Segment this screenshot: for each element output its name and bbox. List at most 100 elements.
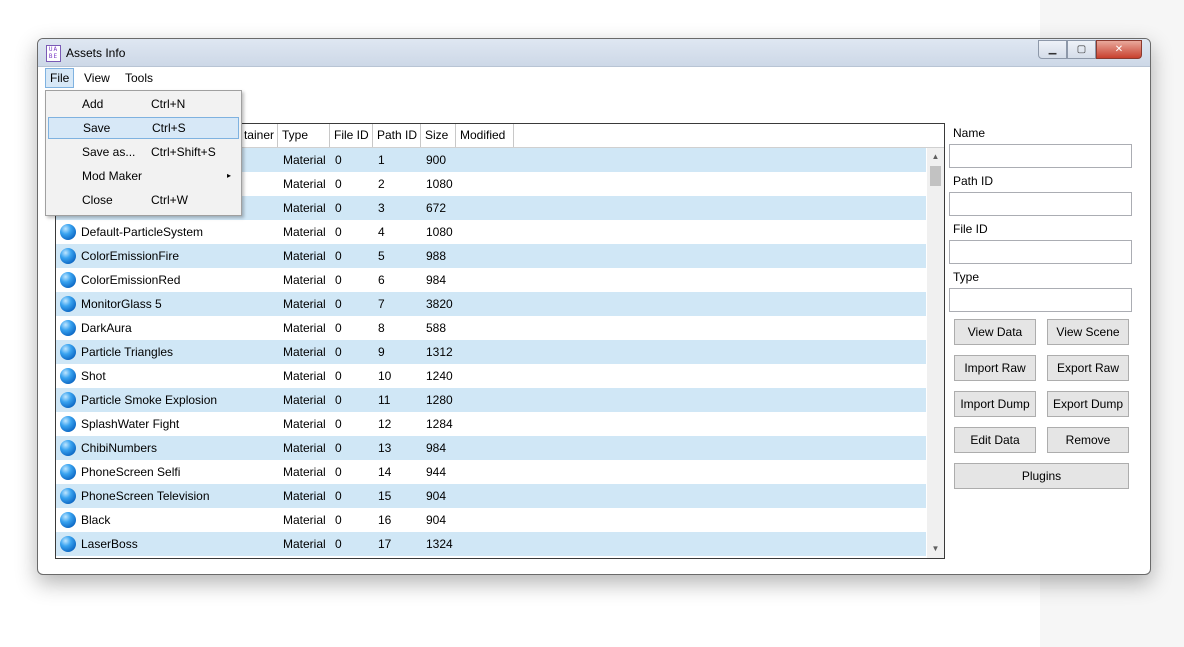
column-header-modified[interactable]: Modified [456, 124, 514, 147]
type-field[interactable] [949, 288, 1132, 312]
table-row[interactable]: ColorEmissionRed Material 0 6 984 [56, 268, 926, 292]
edit-data-button[interactable]: Edit Data [954, 427, 1036, 453]
menu-item-label: Mod Maker [82, 169, 143, 183]
cell-size: 988 [426, 249, 447, 263]
cell-type: Material [283, 465, 326, 479]
material-asset-icon [60, 248, 76, 264]
export-dump-button[interactable]: Export Dump [1047, 391, 1129, 417]
menu-item-add[interactable]: Add Ctrl+N [48, 93, 237, 115]
menu-tools[interactable]: Tools [121, 68, 157, 88]
cell-type: Material [283, 537, 326, 551]
menu-item-shortcut: Ctrl+Shift+S [151, 145, 216, 159]
material-asset-icon [60, 368, 76, 384]
minimize-button[interactable]: ▁ [1038, 40, 1067, 59]
file-id-field[interactable] [949, 240, 1132, 264]
column-header-type[interactable]: Type [278, 124, 330, 147]
submenu-arrow-icon: ▸ [226, 171, 231, 180]
column-header-container[interactable]: tainer [236, 124, 278, 147]
close-button[interactable]: ✕ [1096, 40, 1142, 59]
menu-view[interactable]: View [80, 68, 114, 88]
table-row[interactable]: SplashWater Fight Material 0 12 1284 [56, 412, 926, 436]
menu-item-save[interactable]: Save Ctrl+S [48, 117, 239, 139]
cell-type: Material [283, 417, 326, 431]
menu-item-label: Close [82, 193, 113, 207]
cell-type: Material [283, 273, 326, 287]
cell-path-id: 3 [378, 201, 385, 215]
cell-name: Particle Smoke Explosion [81, 393, 218, 407]
view-scene-button[interactable]: View Scene [1047, 319, 1129, 345]
name-field[interactable] [949, 144, 1132, 168]
maximize-button[interactable]: ▢ [1067, 40, 1096, 59]
table-row[interactable]: Particle Smoke Explosion Material 0 11 1280 [56, 388, 926, 412]
cell-type: Material [283, 441, 326, 455]
cell-path-id: 5 [378, 249, 385, 263]
cell-file-id: 0 [335, 297, 342, 311]
menu-item-label: Save as... [82, 145, 136, 159]
cell-size: 944 [426, 465, 447, 479]
table-row[interactable]: Shot Material 0 10 1240 [56, 364, 926, 388]
scroll-up-icon[interactable]: ▲ [927, 150, 944, 164]
cell-path-id: 16 [378, 513, 392, 527]
cell-size: 1312 [426, 345, 453, 359]
material-asset-icon [60, 488, 76, 504]
window-title: Assets Info [66, 46, 126, 60]
menu-item-mod-maker[interactable]: Mod Maker ▸ [48, 165, 237, 187]
table-row[interactable]: ColorEmissionFire Material 0 5 988 [56, 244, 926, 268]
import-raw-button[interactable]: Import Raw [954, 355, 1036, 381]
cell-file-id: 0 [335, 345, 342, 359]
cell-path-id: 12 [378, 417, 392, 431]
column-header-path-id[interactable]: Path ID [373, 124, 421, 147]
uabe-app-icon: UA BE [46, 45, 61, 62]
cell-size: 1324 [426, 537, 453, 551]
cell-path-id: 8 [378, 321, 385, 335]
menu-item-shortcut: Ctrl+W [151, 193, 188, 207]
material-asset-icon [60, 536, 76, 552]
scroll-thumb[interactable] [930, 166, 941, 186]
material-asset-icon [60, 344, 76, 360]
cell-path-id: 15 [378, 489, 392, 503]
table-row[interactable]: LaserBoss Material 0 17 1324 [56, 532, 926, 556]
cell-name: MonitorGlass 5 [81, 297, 162, 311]
title-bar[interactable]: UA BE Assets Info ▁ ▢ ✕ [38, 39, 1150, 67]
cell-name: ChibiNumbers [81, 441, 158, 455]
table-row[interactable]: Black Material 0 16 904 [56, 508, 926, 532]
material-asset-icon [60, 392, 76, 408]
vertical-scrollbar[interactable]: ▲ ▼ [927, 148, 944, 558]
view-data-button[interactable]: View Data [954, 319, 1036, 345]
file-menu-dropdown: Add Ctrl+N Save Ctrl+S Save as... Ctrl+S… [45, 90, 242, 216]
remove-button[interactable]: Remove [1047, 427, 1129, 453]
table-row[interactable]: PhoneScreen Selfi Material 0 14 944 [56, 460, 926, 484]
cell-size: 984 [426, 441, 447, 455]
cell-name: DarkAura [81, 321, 132, 335]
menu-item-shortcut: Ctrl+N [151, 97, 186, 111]
import-dump-button[interactable]: Import Dump [954, 391, 1036, 417]
table-row[interactable]: PhoneScreen Television Material 0 15 904 [56, 484, 926, 508]
material-asset-icon [60, 440, 76, 456]
cell-name: LaserBoss [81, 537, 138, 551]
material-asset-icon [60, 512, 76, 528]
cell-name: Shot [81, 369, 106, 383]
menu-file[interactable]: File [45, 68, 75, 88]
cell-name: PhoneScreen Selfi [81, 465, 181, 479]
table-row[interactable]: ChibiNumbers Material 0 13 984 [56, 436, 926, 460]
plugins-button[interactable]: Plugins [954, 463, 1129, 489]
column-header-file-id[interactable]: File ID [330, 124, 373, 147]
table-row[interactable]: Default-ParticleSystem Material 0 4 1080 [56, 220, 926, 244]
cell-path-id: 10 [378, 369, 392, 383]
export-raw-button[interactable]: Export Raw [1047, 355, 1129, 381]
scroll-down-icon[interactable]: ▼ [927, 542, 944, 556]
menu-item-close[interactable]: Close Ctrl+W [48, 189, 237, 211]
table-row[interactable]: DarkAura Material 0 8 588 [56, 316, 926, 340]
cell-file-id: 0 [335, 417, 342, 431]
cell-size: 904 [426, 513, 447, 527]
cell-name: PhoneScreen Television [81, 489, 210, 503]
menu-item-save-as[interactable]: Save as... Ctrl+Shift+S [48, 141, 237, 163]
path-id-field[interactable] [949, 192, 1132, 216]
menu-item-shortcut: Ctrl+S [152, 121, 186, 135]
material-asset-icon [60, 296, 76, 312]
cell-path-id: 7 [378, 297, 385, 311]
cell-file-id: 0 [335, 537, 342, 551]
column-header-size[interactable]: Size [421, 124, 456, 147]
table-row[interactable]: MonitorGlass 5 Material 0 7 3820 [56, 292, 926, 316]
table-row[interactable]: Particle Triangles Material 0 9 1312 [56, 340, 926, 364]
